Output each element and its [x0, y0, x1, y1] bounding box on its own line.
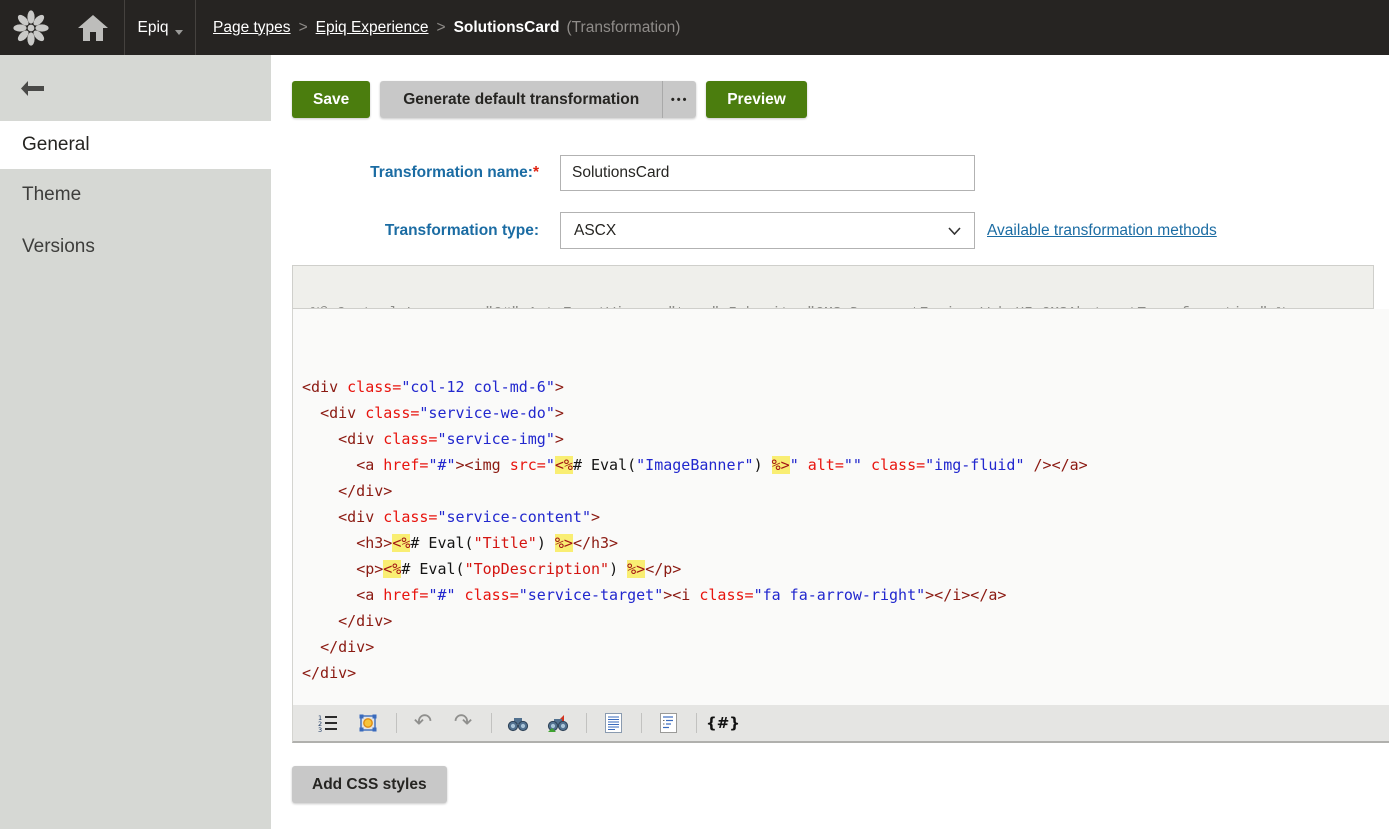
sidebar-item-label: General: [22, 134, 90, 156]
home-button[interactable]: [62, 0, 124, 55]
sidebar-item-theme[interactable]: Theme: [0, 169, 271, 221]
transformation-type-row: Transformation type: ASCX Available tran…: [292, 212, 1389, 249]
selected-type-value: ASCX: [574, 222, 616, 240]
save-button[interactable]: Save: [292, 81, 370, 118]
site-selector[interactable]: Epiq: [125, 0, 195, 55]
directives-header: <%@ Control Language="C#" AutoEventWireu…: [292, 265, 1374, 309]
back-button[interactable]: [0, 55, 271, 121]
breadcrumb-current: SolutionsCard: [454, 19, 560, 37]
line-numbers-icon[interactable]: 1 2 3: [316, 711, 340, 735]
editor-toolbar: 1 2 3: [292, 705, 1389, 743]
chevron-down-icon: [948, 227, 961, 235]
transformation-type-label: Transformation type:: [292, 222, 539, 240]
sidebar-item-label: Versions: [22, 236, 95, 258]
transformation-type-select[interactable]: ASCX: [560, 212, 975, 249]
sidebar-item-general[interactable]: General: [0, 121, 271, 169]
format-code-icon[interactable]: [656, 711, 680, 735]
topbar-divider: [195, 0, 196, 55]
preview-button[interactable]: Preview: [706, 81, 807, 118]
svg-text:3: 3: [318, 726, 322, 732]
transformation-name-input[interactable]: [560, 155, 975, 191]
sidebar: General Theme Versions: [0, 55, 271, 829]
site-selector-label: Epiq: [137, 19, 168, 37]
breadcrumb-epiq-experience[interactable]: Epiq Experience: [316, 19, 429, 37]
breadcrumb-separator: >: [429, 19, 454, 37]
available-transformation-methods-link[interactable]: Available transformation methods: [987, 222, 1217, 240]
undo-icon[interactable]: ↶: [411, 711, 435, 735]
page: Epiq Page types > Epiq Experience > Solu…: [0, 0, 1389, 829]
sidebar-item-label: Theme: [22, 184, 81, 206]
required-mark: *: [533, 164, 539, 181]
more-actions-button[interactable]: •••: [662, 81, 696, 118]
view-code-icon[interactable]: [601, 711, 625, 735]
toolbar-separator: [396, 713, 397, 733]
toolbar-separator: [586, 713, 587, 733]
home-icon: [77, 14, 109, 42]
code-area[interactable]: <div class="col-12 col-md-6"> <div class…: [292, 309, 1389, 705]
insert-macro-icon[interactable]: {#}: [711, 711, 735, 735]
main-panel: Save Generate default transformation •••…: [271, 55, 1389, 829]
maximize-editor-icon[interactable]: [356, 711, 380, 735]
transformation-name-row: Transformation name:*: [292, 155, 1389, 191]
top-bar: Epiq Page types > Epiq Experience > Solu…: [0, 0, 1389, 55]
sidebar-item-versions[interactable]: Versions: [0, 221, 271, 273]
toolbar-separator: [641, 713, 642, 733]
generate-split-button: Generate default transformation •••: [380, 81, 696, 118]
redo-icon[interactable]: ↷: [451, 711, 475, 735]
breadcrumb-suffix: (Transformation): [566, 19, 680, 37]
toolbar-separator: [491, 713, 492, 733]
code-editor: <%@ Control Language="C#" AutoEventWireu…: [292, 265, 1389, 743]
find-and-replace-icon[interactable]: [546, 711, 570, 735]
toolbar-separator: [696, 713, 697, 733]
find-icon[interactable]: [506, 711, 530, 735]
add-css-styles-button[interactable]: Add CSS styles: [292, 766, 447, 803]
transformation-name-label: Transformation name:*: [292, 164, 539, 182]
generate-default-transformation-button[interactable]: Generate default transformation: [380, 81, 662, 118]
breadcrumb-page-types[interactable]: Page types: [213, 19, 291, 37]
caret-down-icon: [175, 30, 183, 35]
breadcrumb-separator: >: [291, 19, 316, 37]
kentico-logo[interactable]: [0, 0, 62, 55]
code-lines: <div class="col-12 col-md-6"> <div class…: [302, 374, 1389, 686]
action-buttons: Save Generate default transformation •••…: [292, 81, 1389, 118]
back-arrow-icon: [19, 80, 46, 97]
breadcrumb: Page types > Epiq Experience > Solutions…: [213, 0, 680, 55]
kentico-flower-icon: [12, 9, 50, 47]
